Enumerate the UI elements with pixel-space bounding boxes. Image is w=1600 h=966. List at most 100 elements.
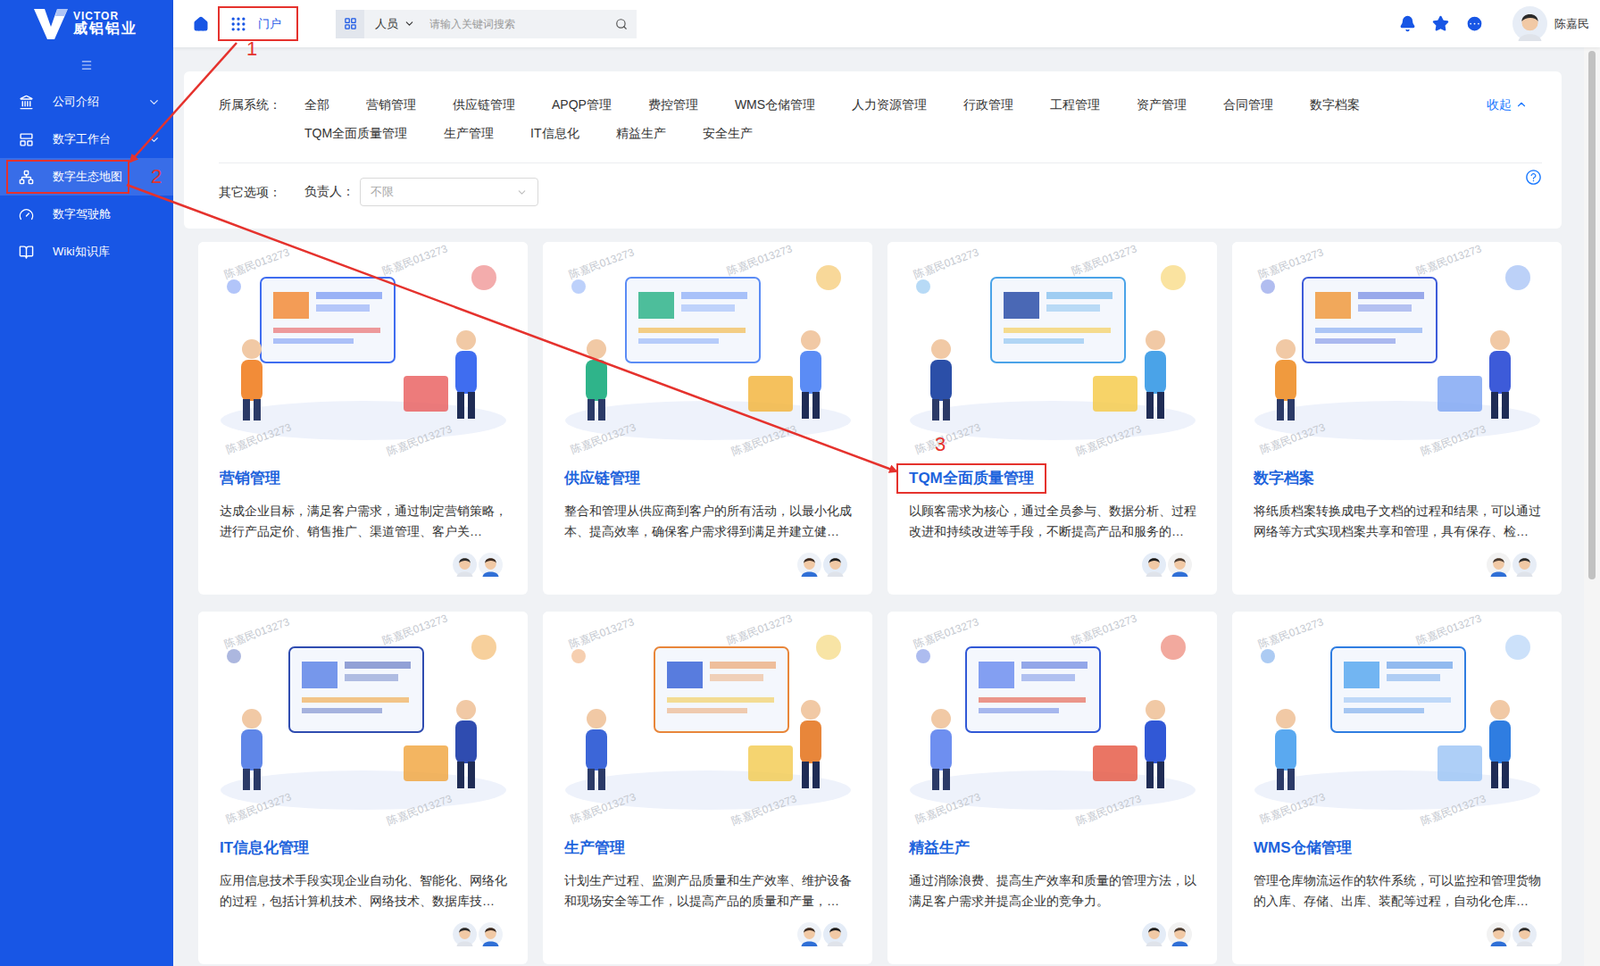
system-option[interactable]: 工程管理 (1050, 94, 1100, 115)
scrollbar-thumb[interactable] (1588, 50, 1596, 580)
watermark: 陈嘉民013273 (222, 245, 292, 284)
system-card[interactable]: 陈嘉民013273陈嘉民013273陈嘉民013273陈嘉民013273WMS仓… (1232, 611, 1562, 965)
search-input[interactable] (427, 16, 607, 32)
system-option[interactable]: APQP管理 (551, 94, 612, 115)
owner-avatar-icon[interactable] (1141, 552, 1167, 577)
nav-icon (18, 94, 34, 110)
system-option[interactable]: 资产管理 (1136, 94, 1187, 115)
watermark: 陈嘉民013273 (566, 245, 636, 284)
help-button[interactable] (1525, 168, 1542, 186)
card-title[interactable]: WMS仓储管理 (1253, 837, 1352, 859)
apps-grid-icon (229, 15, 248, 34)
card-description: 应用信息技术手段实现企业自动化、智能化、网络化的过程，包括计算机技术、网络技术、… (219, 870, 512, 912)
illustration-icon (198, 611, 528, 828)
owner-avatar-icon[interactable] (1486, 552, 1511, 577)
system-option[interactable]: 人力资源管理 (851, 94, 927, 115)
system-option[interactable]: 全部 (304, 94, 330, 115)
owner-avatar-icon[interactable] (1512, 552, 1537, 577)
system-option[interactable]: 生产管理 (443, 123, 494, 143)
user-avatar-icon[interactable] (1512, 6, 1548, 42)
system-option[interactable]: WMS仓储管理 (734, 94, 816, 115)
system-option[interactable]: 营销管理 (366, 94, 417, 115)
owner-avatar-icon[interactable] (452, 922, 477, 947)
card-image: 陈嘉民013273陈嘉民013273陈嘉民013273陈嘉民013273 (198, 611, 528, 828)
card-title[interactable]: TQM全面质量管理 (908, 467, 1034, 490)
home-button[interactable] (192, 16, 209, 33)
owner-avatar-icon[interactable] (1141, 922, 1167, 947)
sidebar-item[interactable]: 公司介绍 (0, 83, 174, 121)
card-title[interactable]: 精益生产 (908, 837, 970, 859)
search-scope-select[interactable]: 人员 (364, 16, 428, 33)
system-option[interactable]: 供应链管理 (452, 94, 516, 115)
owner-avatar-icon[interactable] (1512, 922, 1537, 947)
more-button[interactable] (1465, 14, 1484, 34)
owner-avatar-icon[interactable] (478, 922, 503, 947)
system-card[interactable]: 陈嘉民013273陈嘉民013273陈嘉民013273陈嘉民013273生产管理… (542, 611, 873, 965)
watermark: 陈嘉民013273 (568, 790, 638, 828)
card-title[interactable]: 数字档案 (1253, 467, 1315, 490)
system-option[interactable]: 行政管理 (963, 94, 1014, 115)
owner-avatar-icon[interactable] (797, 552, 822, 577)
logo[interactable]: VICTOR威铝铝业 (0, 0, 174, 48)
sidebar-item[interactable]: 数字生态地图2 (0, 158, 174, 196)
nav-icon (18, 132, 34, 148)
owner-avatar-icon[interactable] (452, 552, 477, 577)
owner-avatar-icon[interactable] (797, 922, 822, 947)
owner-avatar-icon[interactable] (1486, 922, 1511, 947)
favorites-button[interactable] (1432, 15, 1450, 33)
chevron-down-icon (516, 186, 528, 199)
collapse-button[interactable]: 收起 (1486, 94, 1528, 115)
watermark: 陈嘉民013273 (729, 791, 799, 828)
system-option[interactable]: 合同管理 (1223, 94, 1274, 115)
filter-panel: 所属系统：全部营销管理供应链管理APQP管理费控管理WMS仓储管理人力资源管理行… (183, 71, 1562, 229)
card-description: 通过消除浪费、提高生产效率和质量的管理方法，以满足客户需求并提高企业的竞争力。 (908, 870, 1201, 912)
watermark: 陈嘉民013273 (729, 422, 799, 459)
card-title[interactable]: 营销管理 (219, 467, 281, 490)
watermark: 陈嘉民013273 (384, 422, 454, 459)
system-option[interactable]: 精益生产 (616, 123, 667, 143)
card-title[interactable]: IT信息化管理 (219, 837, 309, 859)
portal-button[interactable]: 门户1 (217, 6, 299, 42)
watermark: 陈嘉民013273 (911, 615, 981, 653)
help-icon (1525, 168, 1542, 186)
system-card[interactable]: 陈嘉民013273陈嘉民013273陈嘉民013273陈嘉民013273数字档案… (1232, 241, 1562, 595)
sidebar-item[interactable]: Wiki知识库 (0, 233, 174, 271)
card-owners (551, 552, 848, 577)
system-card[interactable]: 陈嘉民013273陈嘉民013273陈嘉民013273陈嘉民013273TQM全… (887, 241, 1217, 595)
search-type-button[interactable] (335, 9, 365, 39)
sidebar-item[interactable]: 数字驾驶舱 (0, 195, 174, 234)
watermark: 陈嘉民013273 (1418, 791, 1488, 828)
sidebar-item[interactable]: 数字工作台 (0, 120, 174, 159)
card-image: 陈嘉民013273陈嘉民013273陈嘉民013273陈嘉民013273 (887, 611, 1217, 828)
owner-avatar-icon[interactable] (823, 922, 848, 947)
top-bar: 门户1 人员 陈嘉民 (173, 0, 1600, 48)
system-card[interactable]: 陈嘉民013273陈嘉民013273陈嘉民013273陈嘉民013273 精益生产… (887, 611, 1217, 965)
owner-select[interactable]: 不限 (359, 177, 539, 207)
sidebar-collapse-button[interactable] (0, 47, 174, 84)
owner-avatar-icon[interactable] (1167, 552, 1192, 577)
system-card[interactable]: 陈嘉民013273陈嘉民013273陈嘉民013273陈嘉民013273供应链管… (542, 241, 873, 595)
nav-icon (18, 207, 34, 223)
user-menu[interactable]: 陈嘉民 (1512, 6, 1590, 42)
owner-avatar-icon[interactable] (823, 552, 848, 577)
system-option[interactable]: 数字档案 (1309, 94, 1360, 115)
system-card[interactable]: 陈嘉民013273陈嘉民013273陈嘉民013273陈嘉民013273 IT信息… (198, 611, 528, 965)
scrollbar[interactable] (1583, 47, 1600, 966)
search-button[interactable] (606, 17, 637, 31)
sidebar-item-label: 数字驾驶舱 (52, 206, 111, 223)
sidebar-item-label: Wiki知识库 (52, 243, 110, 260)
system-option[interactable]: 费控管理 (648, 94, 699, 115)
card-title[interactable]: 供应链管理 (564, 467, 641, 490)
card-description: 计划生产过程、监测产品质量和生产效率、维护设备和现场安全等工作，以提高产品的质量… (564, 870, 857, 912)
owner-avatar-icon[interactable] (478, 552, 503, 577)
owner-avatar-icon[interactable] (1167, 922, 1192, 947)
chevron-down-icon (147, 133, 161, 147)
system-option[interactable]: 安全生产 (702, 123, 753, 143)
system-option[interactable]: IT信息化 (530, 123, 579, 143)
system-card[interactable]: 陈嘉民013273陈嘉民013273陈嘉民013273陈嘉民013273营销管理… (198, 241, 528, 595)
notification-button[interactable] (1399, 15, 1417, 33)
card-title[interactable]: 生产管理 (564, 837, 625, 859)
illustration-icon (198, 241, 528, 459)
system-option[interactable]: TQM全面质量管理 (304, 123, 408, 143)
filter-divider (218, 162, 1542, 164)
